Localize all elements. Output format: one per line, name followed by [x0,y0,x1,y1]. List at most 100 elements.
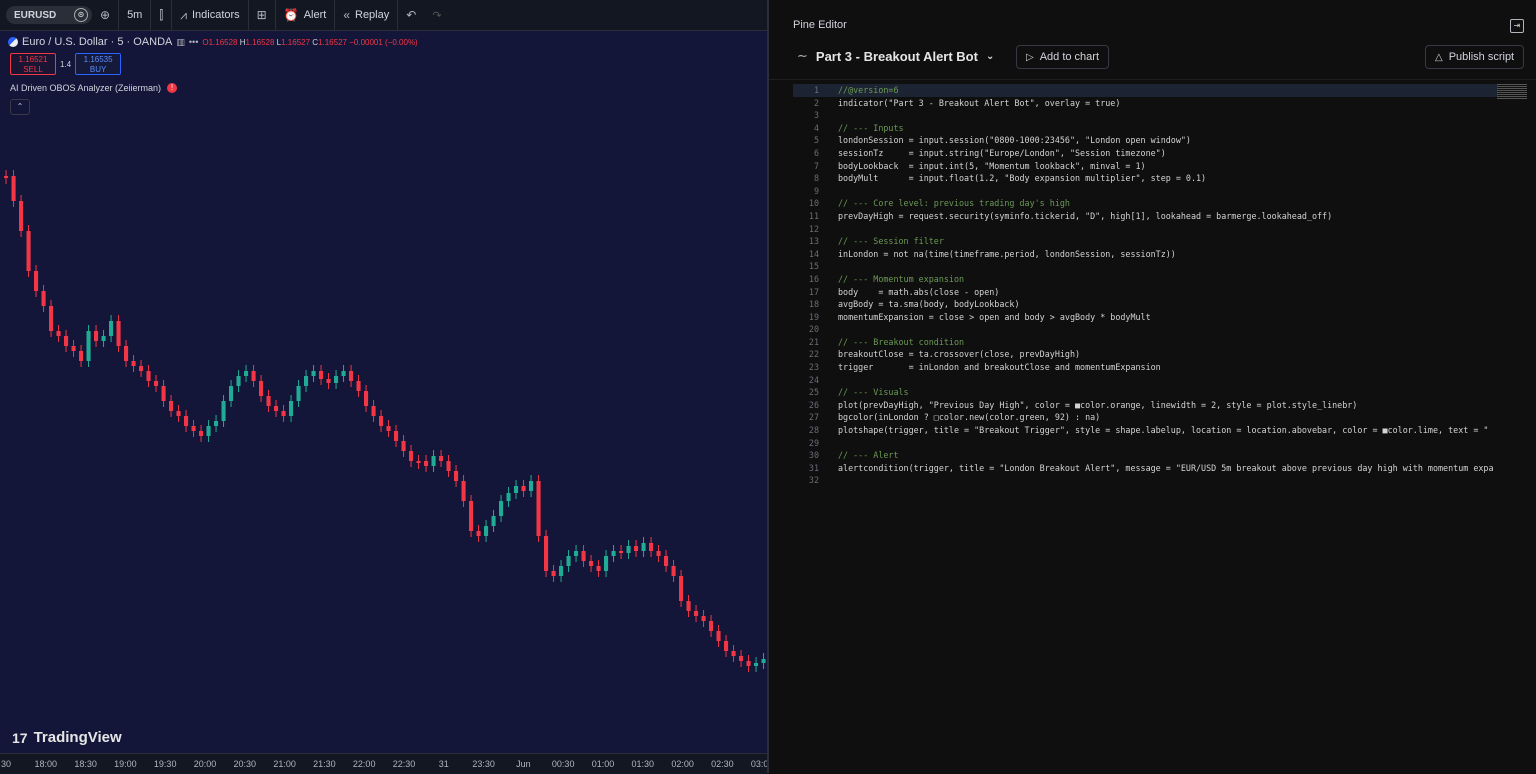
code-line[interactable]: 18 avgBody = ta.sma(body, bodyLookback) [793,298,1498,311]
line-number: 6 [813,147,819,158]
code-line[interactable]: 4 // --- Inputs [793,122,1498,135]
plus-circle-icon: ⊕ [100,8,111,22]
code-line[interactable]: 2 indicator("Part 3 - Breakout Alert Bot"… [793,97,1498,110]
redo-button[interactable]: ↷ [424,0,449,30]
candle-body [596,566,601,571]
indicator-legend[interactable]: AI Driven OBOS Analyzer (Zeiierman) ! [10,83,178,93]
code-editor[interactable]: 1 //@version=6 2 indicator("Part 3 - Breako… [793,84,1498,487]
interval-button[interactable]: 5m [119,0,152,30]
code-line[interactable]: 17 body = math.abs(close - open) [793,286,1498,299]
code-line[interactable]: 15 [793,260,1498,273]
script-name: Part 3 - Breakout Alert Bot [815,48,978,64]
code-line[interactable]: 28 plotshape(trigger, title = "Breakout T… [793,424,1498,437]
code-line[interactable]: 10 // --- Core level: previous trading da… [793,197,1498,210]
line-number: 7 [813,160,819,171]
candle-body [191,426,196,431]
candle-body [19,201,24,231]
code-text: inLondon = not na(time(timeframe.period,… [838,248,1176,259]
candle-body [551,571,556,576]
code-line[interactable]: 29 [793,437,1498,450]
candle-body [379,416,384,426]
code-line[interactable]: 24 [793,374,1498,387]
add-symbol-button[interactable]: ⊕ [92,0,120,30]
symbol-search-button[interactable]: EURUSD ⊙ [6,6,92,24]
candle-body [221,401,226,421]
code-line[interactable]: 20 [793,323,1498,336]
line-number: 16 [808,273,819,284]
candle-body [34,271,39,291]
candle-body [454,471,459,481]
line-number: 26 [808,399,819,410]
candle-body [626,546,631,553]
panel-title: Pine Editor [793,19,847,31]
code-line[interactable]: 22 breakoutClose = ta.crossover(close, pr… [793,348,1498,361]
code-line[interactable]: 7 bodyLookback = input.int(5, "Momentum l… [793,160,1498,173]
candle-body [326,379,331,383]
line-number: 18 [808,299,819,310]
undo-button[interactable]: ↶ [398,0,424,30]
indicators-label: Indicators [191,9,240,21]
replay-button[interactable]: « Replay [335,0,399,30]
code-text: // --- Momentum expansion [838,273,965,284]
line-number: 30 [808,450,819,461]
candles-icon: ⫿ [159,7,164,22]
code-line[interactable]: 21 // --- Breakout condition [793,336,1498,349]
chart-type-button[interactable]: ⫿ [151,0,173,30]
time-axis[interactable]: 30 18:00 18:30 19:00 19:30 20:00 20:30 21:00 21:… [0,753,773,774]
code-line[interactable]: 30 // --- Alert [793,449,1498,462]
indicators-button[interactable]: ⩘ Indicators [172,0,249,30]
indicators-icon: ⩘ [180,7,187,22]
code-minimap[interactable] [1497,84,1527,108]
candle-body [236,376,241,386]
code-line[interactable]: 25 // --- Visuals [793,386,1498,399]
code-text: breakoutClose = ta.crossover(close, prev… [838,349,1081,360]
code-line[interactable]: 6 sessionTz = input.string("Europe/London… [793,147,1498,160]
maximize-icon[interactable]: ⇥ [1510,19,1524,33]
code-line[interactable]: 23 trigger = inLondon and breakoutClose a… [793,361,1498,374]
code-line[interactable]: 12 [793,223,1498,236]
code-line[interactable]: 5 londonSession = input.session("0800-100… [793,134,1498,147]
chevron-down-icon: ⌄ [985,50,995,62]
add-to-chart-button[interactable]: ▷ Add to chart [1016,45,1110,69]
collapse-legend-button[interactable]: ⌃ [10,99,30,115]
code-line[interactable]: 13 // --- Session filter [793,235,1498,248]
symbol-title[interactable]: Euro / U.S. Dollar · 5 · OANDA [22,36,172,48]
candle-body [281,411,286,416]
code-line[interactable]: 32 [793,474,1498,487]
code-text: body = math.abs(close - open) [838,286,1000,297]
code-line[interactable]: 16 // --- Momentum expansion [793,273,1498,286]
candle-body [154,381,159,386]
more-icon[interactable]: ••• [189,37,198,47]
error-icon[interactable]: ! [167,83,178,93]
alert-button[interactable]: ⏰ Alert [276,0,336,30]
candle-body [71,346,76,351]
buy-button[interactable]: 1.16535 BUY [75,53,122,75]
code-line[interactable]: 19 momentumExpansion = close > open and b… [793,311,1498,324]
code-line[interactable]: 31 alertcondition(trigger, title = "Londo… [793,462,1498,475]
compare-icon[interactable]: ⊙ [74,8,88,22]
line-number: 24 [808,374,819,385]
candle-body [431,456,436,466]
code-line[interactable]: 26 plot(prevDayHigh, "Previous Day High",… [793,399,1498,412]
candle-body [394,431,399,441]
code-line[interactable]: 1 //@version=6 [793,84,1498,97]
eye-icon[interactable]: ▥ [176,37,185,48]
tradingview-logo[interactable]: 17 TradingView [12,729,122,746]
code-line[interactable]: 3 [793,109,1498,122]
code-line[interactable]: 11 prevDayHigh = request.security(syminfo… [793,210,1498,223]
sell-button[interactable]: 1.16521 SELL [10,53,56,75]
candle-body [446,461,451,471]
chart-toolbar: EURUSD ⊙ ⊕ 5m ⫿ ⩘ Indicators ⊞ ⏰ Alert « Re… [0,0,767,31]
code-line[interactable]: 9 [793,185,1498,198]
code-line[interactable]: 8 bodyMult = input.float(1.2, "Body expan… [793,172,1498,185]
candle-body [79,351,84,361]
candle-body [724,641,729,651]
script-selector[interactable]: ∼ Part 3 - Breakout Alert Bot ⌄ [797,48,994,64]
publish-script-button[interactable]: △ Publish script [1425,45,1525,69]
candle-body [184,416,189,426]
code-line[interactable]: 27 bgcolor(inLondon ? □color.new(color.gr… [793,411,1498,424]
chart-canvas[interactable] [0,31,767,753]
candle-body [304,376,309,386]
code-line[interactable]: 14 inLondon = not na(time(timeframe.perio… [793,248,1498,261]
layouts-button[interactable]: ⊞ [249,0,276,30]
